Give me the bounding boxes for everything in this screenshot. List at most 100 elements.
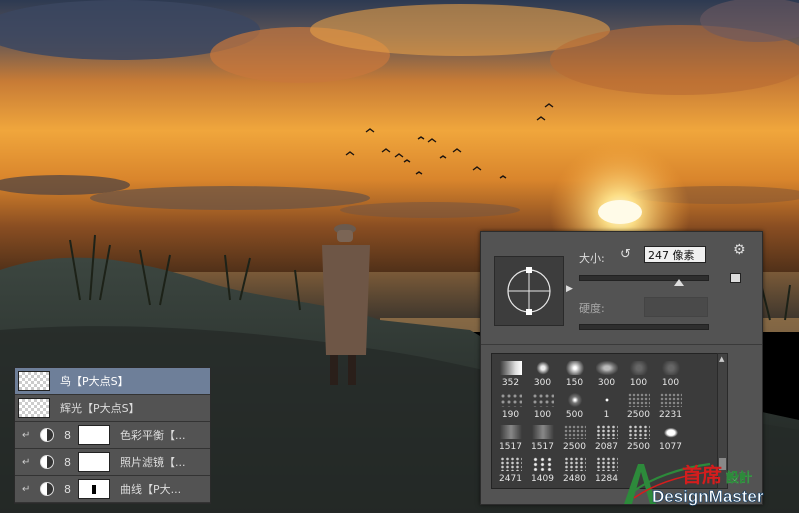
layer-row-curves[interactable]: ↵ 8 曲线【P大...	[15, 476, 210, 503]
brush-preset-2[interactable]: 150	[559, 356, 590, 388]
adjustment-layer-icon	[40, 428, 54, 442]
brush-tip-preview[interactable]	[494, 256, 564, 326]
brush-size-label: 500	[565, 410, 584, 420]
brush-tip-swatch	[595, 425, 618, 439]
brush-tip-swatch	[531, 457, 554, 471]
adjustment-layer-icon	[40, 482, 54, 496]
brush-size-label: 190	[501, 410, 520, 420]
brush-tip-swatch	[563, 457, 586, 471]
brush-size-label: 1077	[659, 442, 682, 452]
brush-tip-swatch	[659, 425, 682, 439]
brush-preset-20[interactable]: 2480	[559, 452, 590, 484]
layer-row-color-balance[interactable]: ↵ 8 色彩平衡【...	[15, 422, 210, 449]
brush-tip-swatch	[627, 393, 650, 407]
brush-size-label: 2500	[627, 410, 650, 420]
hardness-label: 硬度:	[579, 302, 605, 315]
brush-preset-18[interactable]: 2471	[495, 452, 526, 484]
layers-panel: 鸟【P大点S】 辉光【P大点S】 ↵ 8 色彩平衡【... ↵ 8 照片滤镜【.…	[14, 367, 211, 504]
layer-mask-thumbnail[interactable]	[78, 425, 110, 445]
brush-preset-1[interactable]: 300	[527, 356, 558, 388]
brush-tip-swatch	[595, 457, 618, 471]
brush-preset-13[interactable]: 1517	[527, 420, 558, 452]
brush-size-label: 300	[597, 378, 616, 388]
layer-name: 曲线【P大...	[120, 483, 182, 496]
brush-size-label: 300	[533, 378, 552, 388]
brush-tip-swatch	[627, 425, 650, 439]
hardness-slider-track	[579, 324, 709, 330]
brush-preset-0[interactable]: 352	[495, 356, 526, 388]
size-label: 大小:	[579, 252, 605, 265]
layer-thumbnail	[18, 398, 50, 418]
size-input[interactable]: 247 像素	[644, 246, 706, 263]
layer-name: 鸟【P大点S】	[60, 375, 129, 388]
brush-size-label: 1517	[531, 442, 554, 452]
brush-preset-10[interactable]: 2500	[623, 388, 654, 420]
brush-preset-19[interactable]: 1409	[527, 452, 558, 484]
brush-preset-4[interactable]: 100	[623, 356, 654, 388]
brush-size-label: 2471	[499, 474, 522, 484]
brush-preset-21[interactable]: 1284	[591, 452, 622, 484]
gear-icon[interactable]: ⚙	[733, 242, 746, 258]
layer-mask-thumbnail[interactable]	[78, 452, 110, 472]
brush-tip-swatch	[595, 361, 618, 375]
size-slider-thumb[interactable]	[673, 279, 684, 286]
layer-mask-thumbnail[interactable]	[78, 479, 110, 499]
brush-size-label: 2500	[563, 442, 586, 452]
brush-tip-swatch	[499, 425, 522, 439]
clip-arrow-icon: ↵	[22, 483, 31, 495]
link-chain-icon[interactable]: 8	[64, 456, 74, 469]
layer-thumbnail	[18, 371, 50, 391]
brush-size-label: 1284	[595, 474, 618, 484]
svg-text:設計: 設計	[726, 470, 752, 486]
brush-size-label: 1	[603, 410, 610, 420]
brush-tip-swatch	[563, 361, 586, 375]
brush-preset-16[interactable]: 2500	[623, 420, 654, 452]
panel-divider	[481, 344, 762, 345]
brush-size-label: 352	[501, 378, 520, 388]
clip-arrow-icon: ↵	[22, 456, 31, 468]
brush-preset-3[interactable]: 300	[591, 356, 622, 388]
layer-name: 色彩平衡【...	[120, 429, 186, 442]
brush-size-label: 150	[565, 378, 584, 388]
svg-text:首席: 首席	[682, 463, 722, 487]
adjustment-layer-icon	[40, 455, 54, 469]
brush-size-label: 100	[629, 378, 648, 388]
brush-preset-9[interactable]: 1	[591, 388, 622, 420]
brush-tip-swatch	[563, 425, 586, 439]
brush-tip-swatch	[659, 361, 682, 375]
layer-row-bird[interactable]: 鸟【P大点S】	[15, 368, 210, 395]
scroll-up-arrow-icon[interactable]: ▲	[719, 355, 724, 363]
brush-size-label: 2231	[659, 410, 682, 420]
brush-size-label: 1517	[499, 442, 522, 452]
triangle-right-icon[interactable]: ▶	[566, 284, 573, 294]
brush-size-label: 2087	[595, 442, 618, 452]
brush-size-label: 2480	[563, 474, 586, 484]
brush-preset-6[interactable]: 190	[495, 388, 526, 420]
brush-preset-17[interactable]: 1077	[655, 420, 686, 452]
layer-name: 辉光【P大点S】	[60, 402, 140, 415]
layer-name: 照片滤镜【...	[120, 456, 186, 469]
new-preset-icon[interactable]	[730, 273, 741, 283]
brush-tip-swatch	[531, 393, 554, 407]
size-slider-track[interactable]	[579, 275, 709, 281]
brush-tip-swatch	[499, 361, 522, 375]
reset-size-icon[interactable]: ↺	[620, 247, 631, 262]
link-chain-icon[interactable]: 8	[64, 429, 74, 442]
layer-row-photo-filter[interactable]: ↵ 8 照片滤镜【...	[15, 449, 210, 476]
brush-preset-15[interactable]: 2087	[591, 420, 622, 452]
brush-preset-7[interactable]: 100	[527, 388, 558, 420]
link-chain-icon[interactable]: 8	[64, 483, 74, 496]
brush-preset-8[interactable]: 500	[559, 388, 590, 420]
brush-tip-swatch	[531, 425, 554, 439]
brush-tip-swatch	[627, 361, 650, 375]
brush-preset-11[interactable]: 2231	[655, 388, 686, 420]
brush-size-label: 100	[661, 378, 680, 388]
brush-size-label: 100	[533, 410, 552, 420]
brush-tip-swatch	[659, 393, 682, 407]
svg-text:DesignMaster: DesignMaster	[652, 487, 764, 506]
brush-preset-14[interactable]: 2500	[559, 420, 590, 452]
brush-preset-5[interactable]: 100	[655, 356, 686, 388]
brush-preset-12[interactable]: 1517	[495, 420, 526, 452]
brush-tip-swatch	[499, 393, 522, 407]
layer-row-glow[interactable]: 辉光【P大点S】	[15, 395, 210, 422]
